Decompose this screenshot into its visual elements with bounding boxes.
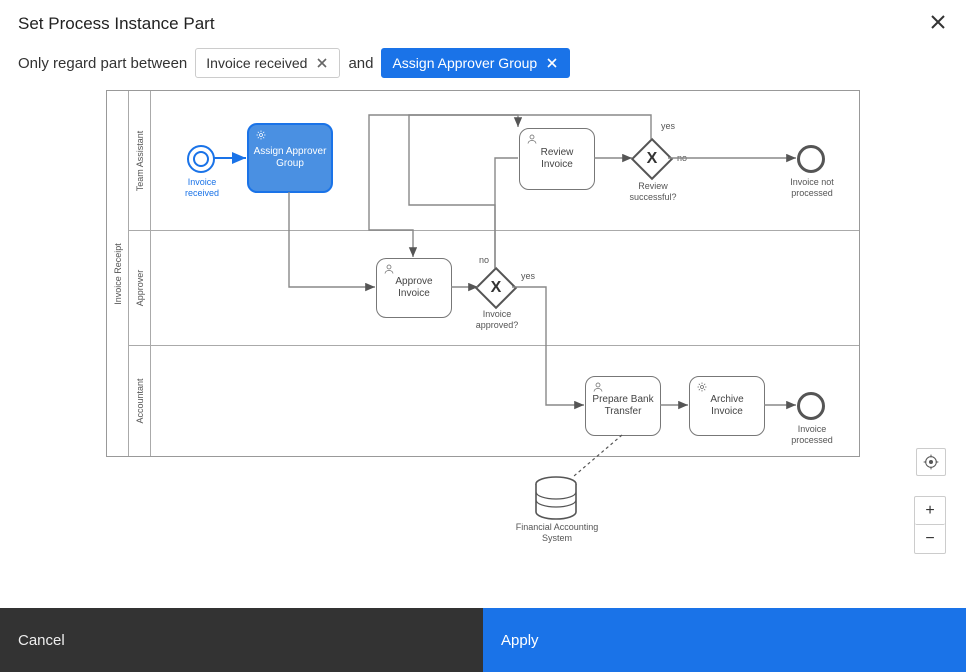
lane-header-accountant: Accountant: [129, 346, 151, 456]
lane-approver: Approver Approve Invoice X Invoice appro…: [129, 231, 859, 346]
start-event-label: Invoice received: [175, 177, 229, 199]
pool-invoice-receipt: Invoice Receipt Team Assistant Invoice r…: [106, 90, 860, 457]
task-archive-invoice[interactable]: Archive Invoice: [689, 376, 765, 436]
end-event-processed-label: Invoice processed: [777, 424, 847, 446]
task-approve-invoice[interactable]: Approve Invoice: [376, 258, 452, 318]
zoom-in-button[interactable]: +: [915, 497, 945, 525]
user-icon: [592, 381, 604, 393]
pool-label-text: Invoice Receipt: [113, 243, 123, 305]
chip-start-remove-icon[interactable]: [315, 56, 329, 70]
apply-button[interactable]: Apply: [483, 608, 966, 672]
user-icon: [383, 263, 395, 275]
chip-end-label: Assign Approver Group: [392, 55, 537, 71]
lane-header-team-assistant: Team Assistant: [129, 91, 151, 230]
pool-label: Invoice Receipt: [107, 91, 129, 456]
user-icon: [526, 133, 538, 145]
edge-approved-no-label: no: [479, 255, 489, 265]
chip-start-node[interactable]: Invoice received: [195, 48, 340, 78]
locate-button[interactable]: [916, 448, 946, 476]
task-archive-invoice-label: Archive Invoice: [694, 394, 760, 418]
filter-row: Only regard part between Invoice receive…: [18, 48, 948, 78]
dialog-title: Set Process Instance Part: [18, 14, 948, 34]
lane-label-accountant: Accountant: [135, 378, 145, 423]
start-event-invoice-received[interactable]: [187, 145, 215, 173]
filter-prefix: Only regard part between: [18, 55, 187, 72]
apply-button-label: Apply: [501, 632, 539, 649]
cancel-button-label: Cancel: [18, 632, 65, 649]
data-store-label: Financial Accounting System: [514, 522, 600, 544]
lane-label-approver: Approver: [135, 270, 145, 307]
edge-review-no-label: no: [677, 153, 687, 163]
zoom-out-button[interactable]: −: [915, 525, 945, 553]
gateway-review-successful[interactable]: X: [631, 138, 673, 180]
chip-end-node[interactable]: Assign Approver Group: [381, 48, 570, 78]
task-approve-invoice-label: Approve Invoice: [381, 276, 447, 300]
task-assign-approver-group[interactable]: Assign Approver Group: [247, 123, 333, 193]
chip-start-label: Invoice received: [206, 55, 307, 71]
gateway-review-label: Review successful?: [623, 181, 683, 203]
lane-accountant: Accountant Prepare Bank Transfer Archive…: [129, 346, 859, 456]
end-event-not-processed[interactable]: [797, 145, 825, 173]
gear-icon: [696, 381, 708, 393]
gateway-approved-label: Invoice approved?: [467, 309, 527, 331]
dialog-footer: Cancel Apply: [0, 608, 966, 672]
cancel-button[interactable]: Cancel: [0, 608, 483, 672]
data-store-financial-system[interactable]: [534, 476, 578, 520]
gateway-invoice-approved[interactable]: X: [475, 267, 517, 309]
bpmn-canvas[interactable]: Invoice Receipt Team Assistant Invoice r…: [106, 90, 860, 560]
lane-label-team-assistant: Team Assistant: [135, 130, 145, 191]
edge-review-yes-label: yes: [661, 121, 675, 131]
task-review-invoice[interactable]: Review Invoice: [519, 128, 595, 190]
gear-icon: [255, 129, 267, 141]
close-icon[interactable]: [928, 12, 948, 32]
end-event-processed[interactable]: [797, 392, 825, 420]
chip-end-remove-icon[interactable]: [545, 56, 559, 70]
lane-header-approver: Approver: [129, 231, 151, 345]
task-assign-approver-label: Assign Approver Group: [253, 146, 327, 170]
end-event-not-processed-label: Invoice not processed: [777, 177, 847, 199]
task-prepare-bank-transfer-label: Prepare Bank Transfer: [590, 394, 656, 418]
zoom-controls: + −: [914, 496, 946, 554]
edge-approved-yes-label: yes: [521, 271, 535, 281]
filter-connector: and: [348, 55, 373, 72]
lane-team-assistant: Team Assistant Invoice received Assign A…: [129, 91, 859, 231]
task-prepare-bank-transfer[interactable]: Prepare Bank Transfer: [585, 376, 661, 436]
task-review-invoice-label: Review Invoice: [524, 147, 590, 171]
